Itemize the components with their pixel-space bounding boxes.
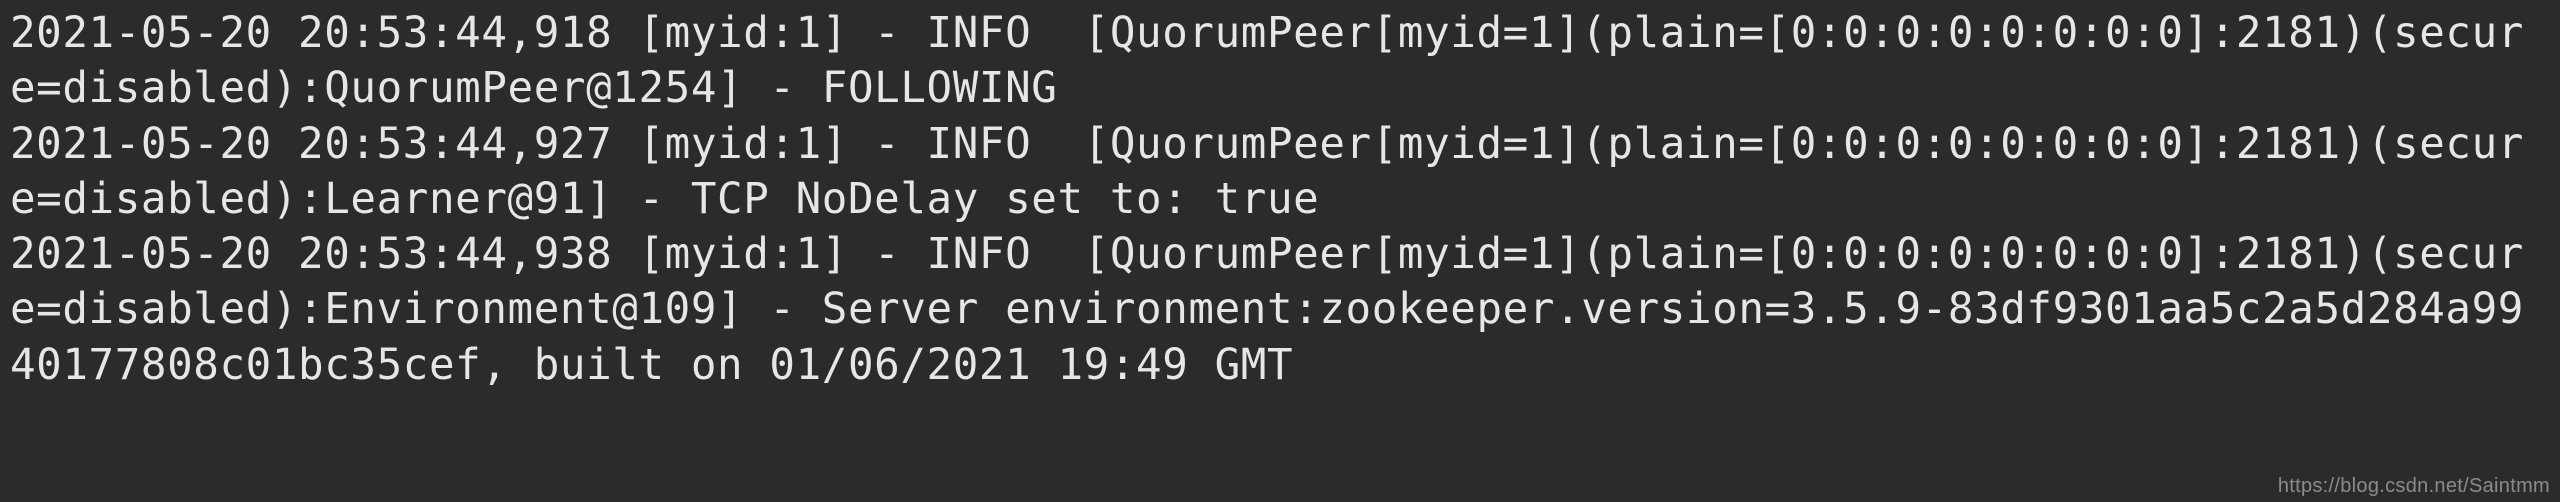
- terminal-log-output[interactable]: 2021-05-20 20:53:44,918 [myid:1] - INFO …: [0, 0, 2560, 399]
- watermark-text: https://blog.csdn.net/Saintmm: [2278, 475, 2550, 498]
